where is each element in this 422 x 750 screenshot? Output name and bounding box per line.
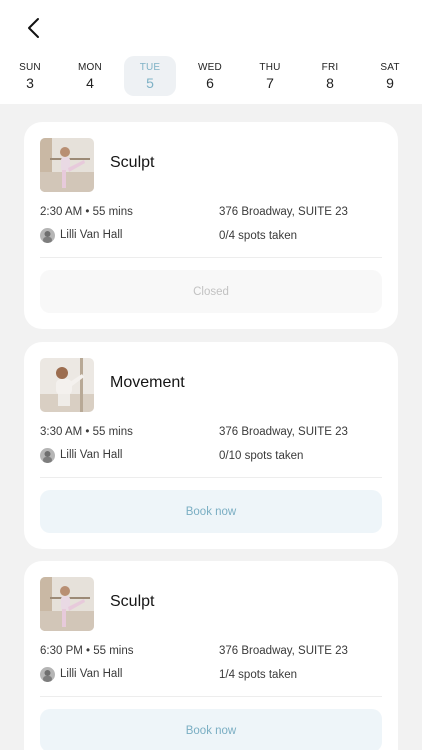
class-thumbnail [40,138,94,192]
day-sat[interactable]: SAT 9 [364,56,416,96]
day-number: 4 [86,74,94,91]
class-title: Sculpt [110,154,155,171]
instructor-avatar [40,667,55,682]
chevron-left-icon [28,18,39,38]
day-name: WED [198,61,222,73]
day-name: MON [78,61,102,73]
class-time: 3:30 AM • 55 mins [40,426,133,438]
day-number: 8 [326,74,334,91]
divider [40,696,382,697]
closed-button: Closed [40,270,382,313]
instructor-avatar [40,228,55,243]
class-card: Sculpt 2:30 AM • 55 mins 376 Broadway, S… [24,122,398,329]
day-number: 3 [26,74,34,91]
class-address: 376 Broadway, SUITE 23 [219,426,348,438]
class-list[interactable]: Sculpt 2:30 AM • 55 mins 376 Broadway, S… [0,104,422,750]
class-address: 376 Broadway, SUITE 23 [219,206,348,218]
day-number: 6 [206,74,214,91]
day-tue[interactable]: TUE 5 [124,56,176,96]
class-title: Sculpt [110,593,155,610]
back-button[interactable] [20,14,48,42]
instructor-name: Lilli Van Hall [60,229,123,241]
day-wed[interactable]: WED 6 [184,56,236,96]
spots-taken: 1/4 spots taken [219,669,297,681]
day-number: 9 [386,74,394,91]
day-thu[interactable]: THU 7 [244,56,296,96]
class-time: 6:30 PM • 55 mins [40,645,134,657]
instructor-name: Lilli Van Hall [60,668,123,680]
divider [40,477,382,478]
class-thumbnail [40,577,94,631]
class-time: 2:30 AM • 55 mins [40,206,133,218]
week-day-selector: SUN 3 MON 4 TUE 5 WED 6 THU 7 FRI 8 SAT … [0,56,422,96]
day-name: FRI [321,61,339,73]
day-sun[interactable]: SUN 3 [4,56,56,96]
book-now-button[interactable]: Book now [40,490,382,533]
day-fri[interactable]: FRI 8 [304,56,356,96]
divider [40,257,382,258]
spots-taken: 0/4 spots taken [219,230,297,242]
day-mon[interactable]: MON 4 [64,56,116,96]
spots-taken: 0/10 spots taken [219,450,304,462]
day-name: SAT [380,61,400,73]
book-now-button[interactable]: Book now [40,709,382,750]
instructor-name: Lilli Van Hall [60,449,123,461]
class-address: 376 Broadway, SUITE 23 [219,645,348,657]
class-thumbnail [40,358,94,412]
day-name: THU [259,61,281,73]
day-number: 7 [266,74,274,91]
day-name: SUN [19,61,41,73]
class-title: Movement [110,374,185,391]
instructor-avatar [40,448,55,463]
day-name: TUE [139,61,161,73]
header: SUN 3 MON 4 TUE 5 WED 6 THU 7 FRI 8 SAT … [0,0,422,104]
class-card: Movement 3:30 AM • 55 mins 376 Broadway,… [24,342,398,549]
day-number: 5 [146,74,154,91]
class-card: Sculpt 6:30 PM • 55 mins 376 Broadway, S… [24,561,398,750]
